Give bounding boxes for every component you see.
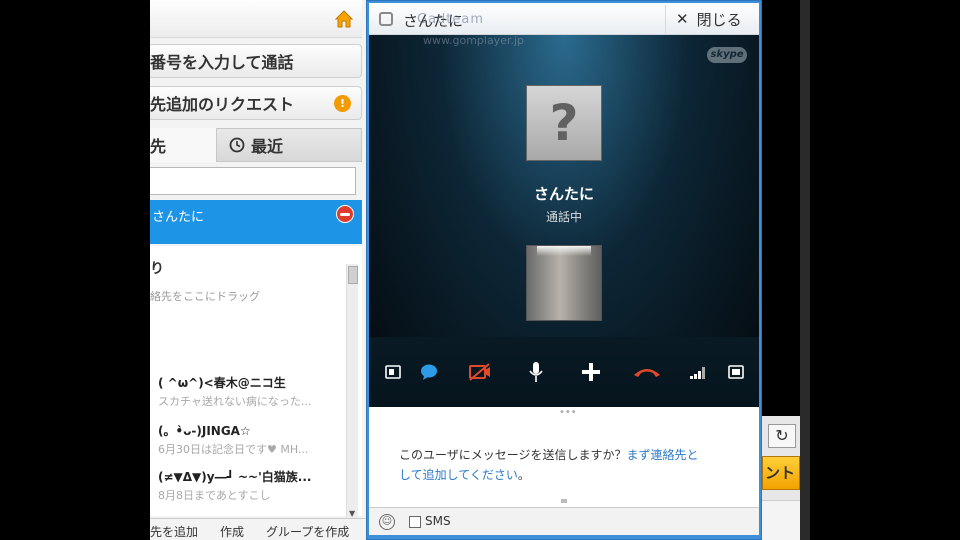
screen-share-icon [385,365,401,379]
scroll-thumb[interactable] [348,266,358,284]
list-item[interactable]: (。•̀ᴗ-)JINGA☆ 6月30日は記念日です♥ MH... [158,422,338,457]
resize-handle[interactable]: ••• [559,407,577,418]
request-badge: ! [334,95,351,112]
player-watermark: Gadteam [417,12,485,27]
tab-recent[interactable]: 最近 [216,128,362,162]
callee-name: さんたに [533,185,594,203]
dial-number-button[interactable]: 番号を入力して通話 [150,44,362,78]
skype-logo-icon: skype [707,47,747,63]
call-window: さんたに Gadteam ✕ 閉じる www.gomplayer.jp skyp… [366,0,762,540]
refresh-icon[interactable]: ↻ [768,424,796,448]
chat-area: ••• このユーザにメッセージを送信しますか？まず連絡先として追加してください。 [369,407,759,507]
add-contact-button[interactable]: 先を追加 [150,523,198,540]
favorites-hint: 絡先をここにドラッグ [150,290,260,303]
message-prompt: このユーザにメッセージを送信しますか？まず連絡先として追加してください。 [399,445,699,485]
message-input-bar: ☺ SMS [369,507,759,535]
fullscreen-button[interactable] [725,359,747,385]
background-app-panel: ↻ ント [762,0,800,540]
player-watermark-url: www.gomplayer.jp [423,34,525,47]
create-button[interactable]: 作成 [220,523,244,540]
add-participant-button[interactable] [579,359,603,385]
hang-up-icon [634,369,660,377]
go-button[interactable]: ント [762,456,800,490]
dial-number-label: 番号を入力して通話 [150,53,294,72]
video-off-icon [469,363,490,381]
scroll-down-arrow-icon[interactable]: ▼ [349,509,355,518]
chat-button[interactable] [417,359,441,385]
close-button[interactable]: ✕ 閉じる [665,5,759,33]
home-strip [150,0,362,38]
contact-list: り 絡先をここにドラッグ ( ^ω^)<春木@ニコ生 スカチャ送れない病になった… [150,246,362,520]
message-prompt-suffix: 。 [517,468,530,482]
self-video-preview [526,245,602,321]
mute-button[interactable] [525,359,547,385]
chat-window-icon [379,12,393,26]
call-quality-button[interactable] [687,359,709,385]
call-status: 通話中 [545,210,582,224]
active-contact-name: さんたに [152,210,205,225]
contacts-panel: 番号を入力して通話 先追加のリクエスト ! 先 最近 さんたに り 絡先をここに… [150,0,366,540]
sms-checkbox[interactable] [409,516,421,528]
contact-mood: 8月8日まであとすこし [158,489,271,502]
tab-contacts[interactable]: 先 [150,128,216,162]
favorites-title: り [150,261,164,277]
call-controls [369,337,759,407]
contact-search-input[interactable] [150,167,356,195]
window-edge [800,0,810,540]
divider [561,499,567,503]
video-area: skype ? さんたに 通話中 [369,35,759,407]
sms-label: SMS [425,514,451,528]
in-call-status-icon [336,205,354,223]
contact-name: (。•̀ᴗ-)JINGA☆ [158,424,251,438]
background-toolbar: ↻ ント [762,416,800,540]
contacts-tabs: 先 最近 [150,128,362,162]
contact-name: ( ^ω^)<春木@ニコ生 [158,376,286,390]
tab-recent-label: 最近 [251,137,284,156]
avatar-placeholder-icon: ? [549,94,579,152]
contact-list-scrollbar[interactable]: ▼ [346,264,358,520]
emoticon-icon[interactable]: ☺ [379,514,395,530]
plus-icon [582,363,600,381]
contact-requests-label: 先追加のリクエスト [150,95,295,114]
share-screen-button[interactable] [383,359,403,385]
contact-mood: 6月30日は記念日です♥ MH... [158,443,309,456]
chat-bubble-icon [421,364,437,380]
contact-name: (≠▼Δ▼)y―┛ ~~'白猫族... [158,470,312,484]
call-title-bar: さんたに Gadteam ✕ 閉じる [369,3,759,35]
clock-icon [229,137,245,153]
end-call-button[interactable] [631,359,663,385]
close-icon: ✕ [676,10,689,28]
create-group-button[interactable]: グループを作成 [266,523,349,540]
list-item[interactable]: (≠▼Δ▼)y―┛ ~~'白猫族... 8月8日まであとすこし [158,468,338,503]
signal-strength-icon [690,367,705,379]
list-item[interactable]: ( ^ω^)<春木@ニコ生 スカチャ送れない病になった... [158,374,338,409]
contact-requests-button[interactable]: 先追加のリクエスト ! [150,86,362,120]
fullscreen-icon [728,365,744,379]
close-label: 閉じる [696,10,742,29]
home-icon[interactable] [334,9,354,29]
microphone-icon [529,362,543,382]
contact-panel-footer: 先を追加 作成 グループを作成 [150,518,366,540]
contact-mood: スカチャ送れない病になった... [158,395,312,408]
message-prompt-text: このユーザにメッセージを送信しますか？ [399,448,627,462]
video-toggle-button[interactable] [467,359,493,385]
tab-contacts-label: 先 [150,137,167,156]
background-app: ↻ ント [762,0,810,540]
active-contact-row[interactable]: さんたに [150,200,362,244]
callee-avatar: ? [526,85,602,161]
background-footer [762,500,800,540]
